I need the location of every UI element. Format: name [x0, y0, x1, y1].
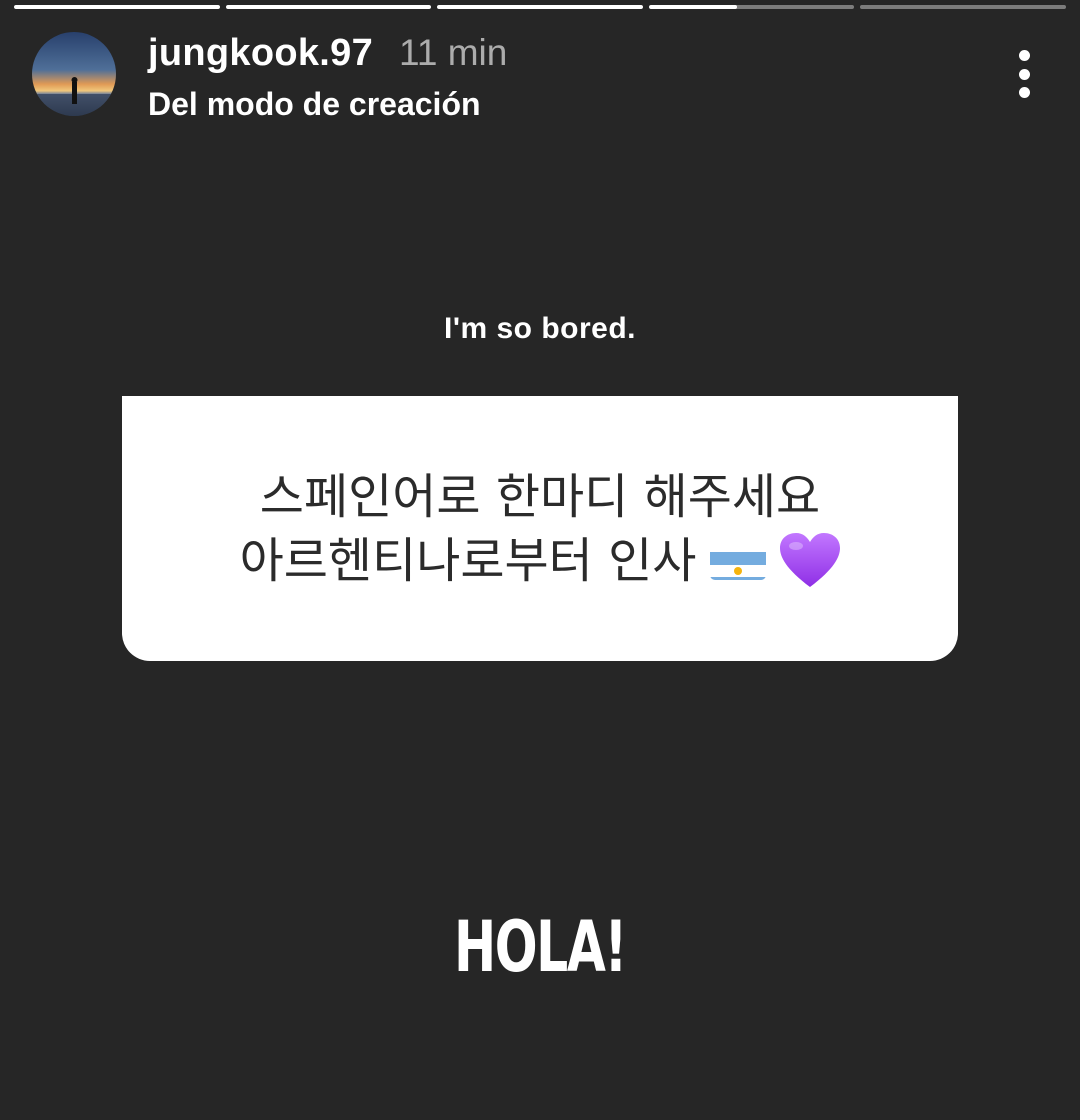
dot — [1018, 50, 1030, 61]
story-header: jungkook.97 11 min Del modo de creación — [32, 32, 1048, 122]
timestamp: 11 min — [399, 32, 508, 73]
progress-segment-4 — [648, 5, 855, 9]
question-card: 스페인어로 한마디 해주세요 아르헨티나로부터 인사 — [122, 396, 958, 661]
username-line: jungkook.97 11 min — [148, 32, 507, 74]
progress-segment-1 — [14, 5, 220, 9]
question-prompt: I'm so bored. — [444, 312, 636, 345]
sunset-silhouette-avatar-icon — [32, 32, 116, 116]
dot — [1018, 68, 1030, 80]
question-text-line-2: 아르헨티나로부터 인사 — [240, 529, 841, 593]
question-line-1-text: 스페인어로 한마디 해주세요 — [259, 468, 821, 525]
progress-segment-3 — [437, 5, 643, 9]
answer-text: HOLA! — [454, 906, 627, 988]
story-subtitle[interactable]: Del modo de creación — [148, 86, 507, 123]
story-progress-bar — [14, 5, 1066, 9]
progress-segment-5 — [860, 5, 1066, 9]
user-info: jungkook.97 11 min Del modo de creación — [148, 32, 507, 123]
dot — [1018, 87, 1030, 98]
progress-fill — [225, 5, 432, 9]
question-line-2-text: 아르헨티나로부터 인사 — [239, 532, 697, 589]
question-text-line-1: 스페인어로 한마디 해주세요 — [260, 465, 820, 529]
purple-heart-icon — [780, 532, 841, 589]
progress-fill — [437, 5, 643, 9]
more-vertical-icon[interactable] — [1012, 50, 1036, 98]
progress-segment-2 — [225, 5, 432, 9]
argentina-flag-icon — [710, 542, 767, 580]
progress-fill — [648, 5, 738, 9]
username[interactable]: jungkook.97 — [148, 32, 373, 75]
progress-fill — [14, 5, 220, 9]
avatar[interactable] — [32, 32, 116, 116]
